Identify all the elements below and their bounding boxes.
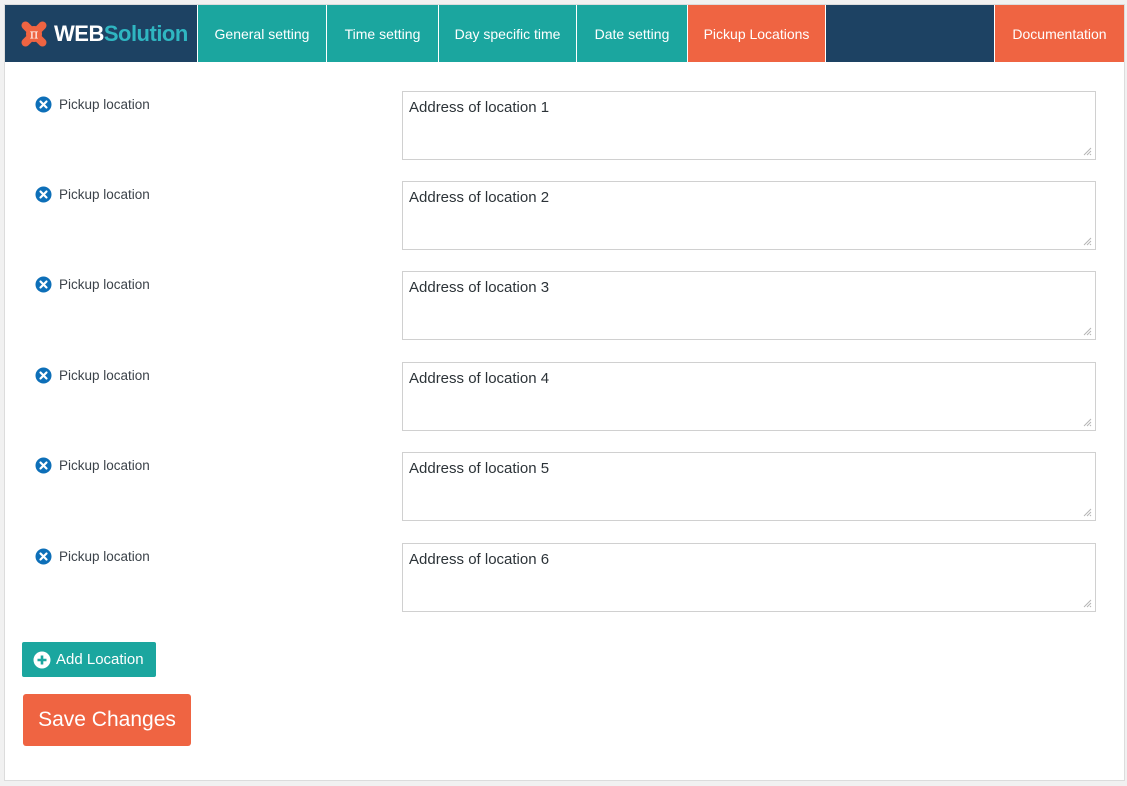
location-address-value: Address of location 1 <box>409 99 550 116</box>
location-address-input[interactable]: Address of location 1 <box>402 91 1096 160</box>
location-label: Pickup location <box>35 186 150 203</box>
location-address-input[interactable]: Address of location 6 <box>402 543 1096 612</box>
tab-pickup-locations[interactable]: Pickup Locations <box>687 5 825 62</box>
location-label: Pickup location <box>35 96 150 113</box>
remove-circle-icon[interactable] <box>35 186 52 203</box>
tab-time-setting[interactable]: Time setting <box>326 5 438 62</box>
brand-logo: π WEB Solution <box>5 5 197 62</box>
location-address-value: Address of location 5 <box>409 460 550 477</box>
location-label-text: Pickup location <box>59 187 150 202</box>
location-row: Pickup location Address of location 2 <box>5 181 1124 251</box>
resize-grip-icon[interactable] <box>1083 147 1092 156</box>
location-label: Pickup location <box>35 276 150 293</box>
documentation-link[interactable]: Documentation <box>994 5 1124 62</box>
pi-logo-icon: π <box>17 17 51 51</box>
location-label: Pickup location <box>35 457 150 474</box>
svg-text:π: π <box>30 27 39 42</box>
remove-circle-icon[interactable] <box>35 96 52 113</box>
add-location-label: Add Location <box>56 651 144 668</box>
save-changes-button[interactable]: Save Changes <box>23 694 191 746</box>
logo-text-solution: Solution <box>103 20 188 46</box>
top-nav: π WEB Solution General setting Time sett… <box>5 5 1124 62</box>
location-address-value: Address of location 3 <box>409 279 550 296</box>
add-location-button[interactable]: Add Location <box>22 642 156 677</box>
tab-day-specific-time[interactable]: Day specific time <box>438 5 576 62</box>
location-label: Pickup location <box>35 548 150 565</box>
resize-grip-icon[interactable] <box>1083 599 1092 608</box>
location-address-input[interactable]: Address of location 3 <box>402 271 1096 340</box>
remove-circle-icon[interactable] <box>35 367 52 384</box>
settings-panel: π WEB Solution General setting Time sett… <box>4 4 1125 781</box>
location-row: Pickup location Address of location 5 <box>5 452 1124 522</box>
location-label: Pickup location <box>35 367 150 384</box>
remove-circle-icon[interactable] <box>35 457 52 474</box>
location-label-text: Pickup location <box>59 458 150 473</box>
tab-date-setting[interactable]: Date setting <box>576 5 687 62</box>
location-label-text: Pickup location <box>59 368 150 383</box>
location-label-text: Pickup location <box>59 549 150 564</box>
logo-text-web: WEB <box>54 20 104 46</box>
remove-circle-icon[interactable] <box>35 548 52 565</box>
location-row: Pickup location Address of location 4 <box>5 362 1124 432</box>
location-address-value: Address of location 4 <box>409 370 550 387</box>
nav-spacer <box>825 5 994 62</box>
resize-grip-icon[interactable] <box>1083 508 1092 517</box>
location-address-value: Address of location 2 <box>409 189 550 206</box>
location-row: Pickup location Address of location 6 <box>5 543 1124 613</box>
location-address-input[interactable]: Address of location 5 <box>402 452 1096 521</box>
location-row: Pickup location Address of location 3 <box>5 271 1124 341</box>
location-row: Pickup location Address of location 1 <box>5 91 1124 161</box>
location-address-input[interactable]: Address of location 2 <box>402 181 1096 250</box>
location-label-text: Pickup location <box>59 97 150 112</box>
location-label-text: Pickup location <box>59 277 150 292</box>
resize-grip-icon[interactable] <box>1083 327 1092 336</box>
tab-general-setting[interactable]: General setting <box>197 5 326 62</box>
remove-circle-icon[interactable] <box>35 276 52 293</box>
resize-grip-icon[interactable] <box>1083 418 1092 427</box>
plus-circle-icon <box>33 651 51 668</box>
resize-grip-icon[interactable] <box>1083 237 1092 246</box>
location-address-input[interactable]: Address of location 4 <box>402 362 1096 431</box>
location-address-value: Address of location 6 <box>409 551 550 568</box>
